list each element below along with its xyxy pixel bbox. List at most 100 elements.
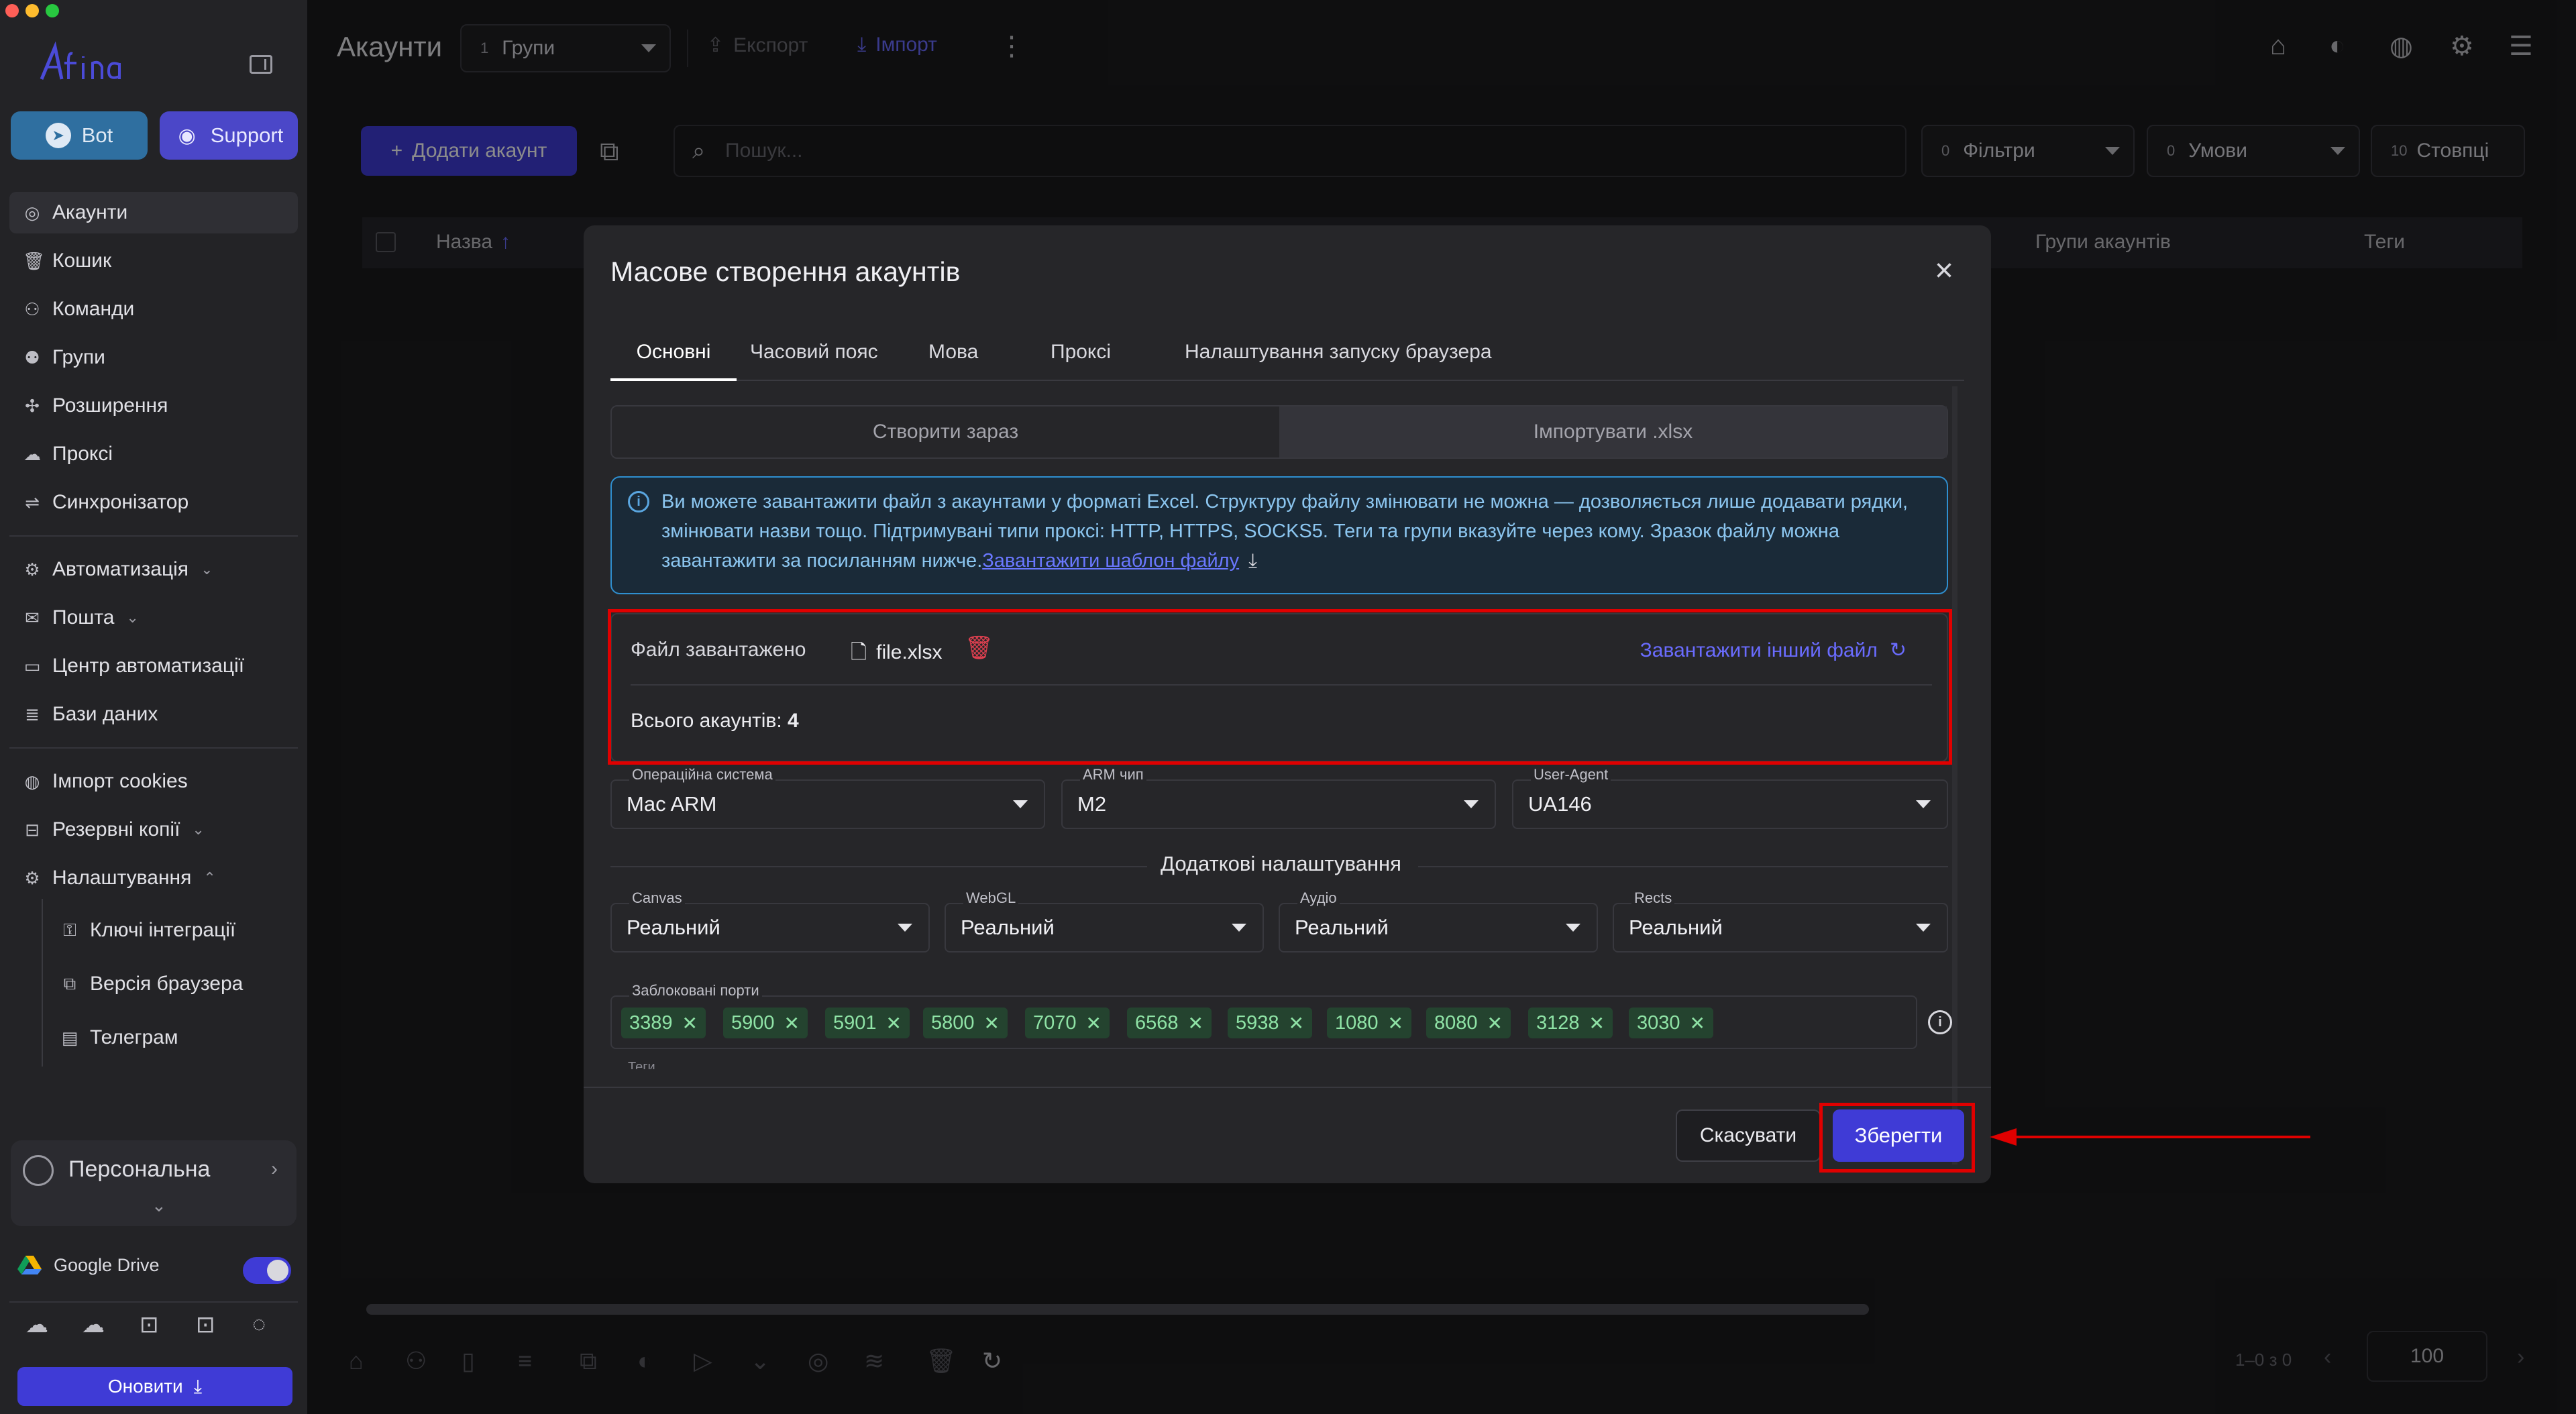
import-xlsx-option[interactable]: Імпортувати .xlsx bbox=[1279, 406, 1947, 457]
remove-icon[interactable]: ✕ bbox=[1589, 1012, 1605, 1034]
modal-tabs: Основні Часовий пояс Мова Проксі Налашту… bbox=[610, 326, 1964, 381]
remove-icon[interactable]: ✕ bbox=[1086, 1012, 1102, 1034]
tags-label: Теги bbox=[628, 1060, 655, 1069]
sidebar-item-groups[interactable]: ⚉ Групи bbox=[9, 337, 298, 378]
annotation-arrow-icon bbox=[1990, 1128, 2310, 1146]
webgl-select[interactable]: WebGL Реальний bbox=[945, 889, 1264, 953]
tab-timezone[interactable]: Часовий пояс bbox=[750, 326, 878, 378]
os-select[interactable]: Операційна система Mac ARM bbox=[610, 766, 1045, 829]
sidebar-item-backups[interactable]: ⊟ Резервні копії ⌄ bbox=[9, 809, 298, 851]
modal-scrollbar[interactable] bbox=[1952, 386, 1957, 1164]
info-message: Ви можете завантажити файл з акаунтами у… bbox=[661, 491, 1909, 572]
arm-value: M2 bbox=[1077, 792, 1107, 816]
tab-basic[interactable]: Основні bbox=[610, 326, 737, 381]
bot-button-label: Bot bbox=[81, 123, 113, 147]
tab-label: Основні bbox=[636, 341, 711, 363]
sidebar-item-automation-center[interactable]: ▭ Центр автоматизації bbox=[9, 645, 298, 687]
sidebar-item-integration-keys[interactable]: ⚿ Ключі інтеграції bbox=[60, 910, 235, 951]
sidebar-item-import-cookies[interactable]: ◍ Імпорт cookies bbox=[9, 761, 298, 802]
chevron-down-icon bbox=[1916, 924, 1931, 932]
eye-off-icon[interactable]: ◌ bbox=[252, 1311, 266, 1338]
google-drive-toggle[interactable] bbox=[243, 1257, 291, 1284]
sidebar-item-automation[interactable]: ⚙ Автоматизація ⌄ bbox=[9, 549, 298, 590]
remove-icon[interactable]: ✕ bbox=[682, 1012, 698, 1034]
database-icon: ≣ bbox=[25, 704, 40, 724]
support-button[interactable]: ◉ Support bbox=[160, 111, 298, 160]
audio-select[interactable]: Аудіо Реальний bbox=[1279, 889, 1598, 953]
user-agent-select[interactable]: User-Agent UA146 bbox=[1512, 766, 1948, 829]
folder-download-icon[interactable]: ⊡ bbox=[196, 1311, 215, 1338]
sidebar-divider bbox=[9, 747, 298, 749]
sidebar-item-databases[interactable]: ≣ Бази даних bbox=[9, 694, 298, 735]
sidebar-item-label: Групи bbox=[52, 346, 105, 368]
close-window-icon[interactable] bbox=[5, 4, 19, 17]
cloud-download-icon[interactable]: ☁ bbox=[82, 1311, 105, 1338]
remove-icon[interactable]: ✕ bbox=[1487, 1012, 1503, 1034]
port-value: 5800 bbox=[931, 1012, 975, 1034]
google-drive-label: Google Drive bbox=[54, 1254, 160, 1275]
discord-icon: ◉ bbox=[178, 124, 196, 147]
sidebar-item-teams[interactable]: ⚇ Команди bbox=[9, 288, 298, 330]
sidebar-item-extensions[interactable]: ✣ Розширення bbox=[9, 385, 298, 427]
remove-icon[interactable]: ✕ bbox=[886, 1012, 902, 1034]
sidebar-item-trash[interactable]: 🗑 Кошик bbox=[9, 240, 298, 282]
close-icon[interactable]: × bbox=[1935, 252, 1953, 289]
highlight-box-file bbox=[608, 609, 1952, 765]
port-chip: 1080 ✕ bbox=[1327, 1008, 1411, 1038]
port-chip: 5800 ✕ bbox=[923, 1008, 1008, 1038]
canvas-select[interactable]: Canvas Реальний bbox=[610, 889, 930, 953]
tab-browser-launch-settings[interactable]: Налаштування запуску браузера bbox=[1185, 326, 1492, 378]
blocked-ports-input[interactable]: Заблоковані порти 3389 ✕ 5900 ✕ 5901 ✕ 5800… bbox=[610, 982, 1917, 1049]
arm-chip-select[interactable]: ARM чип M2 bbox=[1061, 766, 1496, 829]
rects-select[interactable]: Rects Реальний bbox=[1613, 889, 1948, 953]
sidebar-item-label: Резервні копії bbox=[52, 818, 180, 840]
remove-icon[interactable]: ✕ bbox=[1188, 1012, 1203, 1034]
puzzle-icon: ✣ bbox=[25, 395, 40, 416]
folder-upload-icon[interactable]: ⊡ bbox=[140, 1311, 159, 1338]
sidebar-item-mail[interactable]: ✉ Пошта ⌄ bbox=[9, 597, 298, 639]
google-drive-icon bbox=[17, 1256, 42, 1274]
create-now-option[interactable]: Створити зараз bbox=[612, 406, 1279, 457]
cancel-label: Скасувати bbox=[1699, 1124, 1797, 1146]
cloud-upload-icon[interactable]: ☁ bbox=[25, 1311, 48, 1338]
download-icon: ⤓ bbox=[1248, 550, 1257, 572]
bot-button[interactable]: ➤ Bot bbox=[11, 111, 148, 160]
remove-icon[interactable]: ✕ bbox=[784, 1012, 800, 1034]
telegram-icon: ➤ bbox=[45, 123, 71, 148]
sidebar-item-synchronizer[interactable]: ⇌ Синхронізатор bbox=[9, 482, 298, 523]
maximize-window-icon[interactable] bbox=[46, 4, 59, 17]
update-button[interactable]: Оновити ⤓ bbox=[17, 1367, 292, 1406]
info-icon[interactable]: i bbox=[1928, 1010, 1952, 1034]
sidebar-divider bbox=[9, 1301, 298, 1303]
highlight-box-save bbox=[1819, 1103, 1975, 1173]
sidebar-item-telegram[interactable]: ▤ Телеграм bbox=[60, 1017, 178, 1058]
tab-language[interactable]: Мова bbox=[928, 326, 978, 378]
port-chip: 3389 ✕ bbox=[621, 1008, 706, 1038]
backup-icon: ⊟ bbox=[25, 819, 40, 840]
remove-icon[interactable]: ✕ bbox=[1690, 1012, 1705, 1034]
sidebar-collapse-icon[interactable] bbox=[250, 55, 272, 74]
tab-proxy[interactable]: Проксі bbox=[1051, 326, 1111, 378]
sidebar-item-accounts[interactable]: ◎ Акаунти bbox=[9, 192, 298, 233]
audio-value: Реальний bbox=[1295, 916, 1389, 939]
download-template-link[interactable]: Завантажити шаблон файлу bbox=[982, 550, 1239, 572]
port-value: 5901 bbox=[833, 1012, 877, 1034]
sidebar-item-browser-version[interactable]: ⧉ Версія браузера bbox=[60, 963, 244, 1005]
port-chip: 3128 ✕ bbox=[1528, 1008, 1613, 1038]
sidebar-item-label: Імпорт cookies bbox=[52, 770, 188, 792]
sidebar-item-proxy[interactable]: ☁ Проксі bbox=[9, 433, 298, 475]
rects-label: Rects bbox=[1631, 889, 1675, 907]
sidebar-item-settings[interactable]: ⚙ Налаштування ⌃ bbox=[9, 857, 298, 899]
key-icon: ⚿ bbox=[63, 920, 76, 940]
segment-label: Створити зараз bbox=[872, 421, 1019, 443]
cancel-button[interactable]: Скасувати bbox=[1676, 1109, 1821, 1162]
workspace-switcher[interactable]: Персональна › ⌄ bbox=[11, 1140, 297, 1226]
canvas-value: Реальний bbox=[627, 916, 720, 939]
sidebar: ➤ Bot ◉ Support ◎ Акаунти 🗑 Кошик ⚇ Команди… bbox=[0, 0, 307, 1414]
minimize-window-icon[interactable] bbox=[25, 4, 39, 17]
bulk-create-modal: Масове створення акаунтів × Основні Часо… bbox=[584, 225, 1991, 1183]
remove-icon[interactable]: ✕ bbox=[1388, 1012, 1403, 1034]
sidebar-item-label: Ключі інтеграції bbox=[90, 919, 236, 941]
remove-icon[interactable]: ✕ bbox=[1289, 1012, 1304, 1034]
remove-icon[interactable]: ✕ bbox=[984, 1012, 1000, 1034]
